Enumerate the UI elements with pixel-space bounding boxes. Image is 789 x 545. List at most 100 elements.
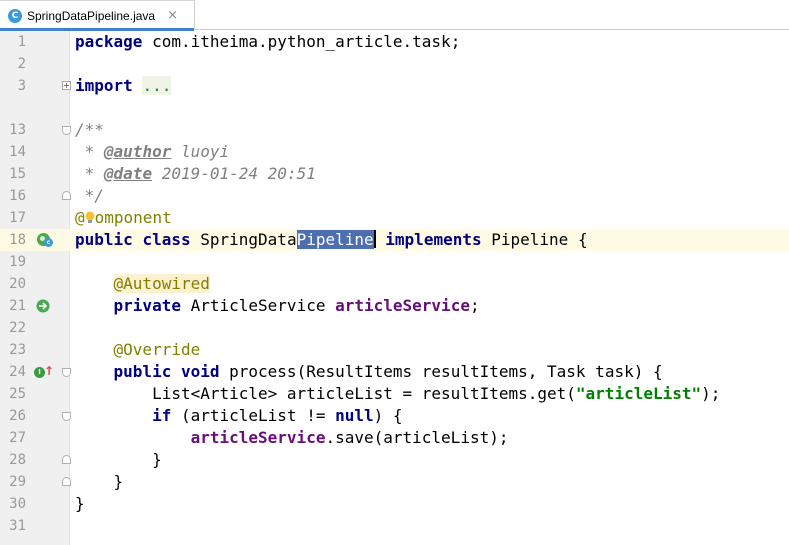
code-line[interactable]: 17 @ omponent bbox=[0, 207, 789, 229]
string-literal: "articleList" bbox=[575, 384, 702, 403]
code-token: Pipeline { bbox=[481, 230, 588, 249]
fold-end-icon[interactable] bbox=[62, 455, 71, 464]
tab-title: SpringDataPipeline.java bbox=[27, 8, 156, 23]
line-number: 17 bbox=[9, 210, 26, 226]
line-number: 23 bbox=[9, 342, 26, 358]
code-line[interactable]: 28 } bbox=[0, 449, 789, 471]
fold-expand-icon[interactable] bbox=[62, 81, 71, 90]
code-token: ) { bbox=[373, 406, 403, 425]
code-line[interactable]: 30 } bbox=[0, 493, 789, 515]
code-text: public class SpringDataPipeline implemen… bbox=[75, 229, 588, 251]
code-line[interactable]: 16 */ bbox=[0, 185, 789, 207]
arrow-up-icon: ↑ bbox=[44, 364, 55, 378]
code-text: @Autowired bbox=[75, 273, 210, 295]
line-number: 16 bbox=[9, 188, 26, 204]
code-editor[interactable]: 1 package com.itheima.python_article.tas… bbox=[0, 31, 789, 545]
tab-spring-data-pipeline[interactable]: C SpringDataPipeline.java × bbox=[0, 0, 195, 31]
code-line[interactable]: 26 if (articleList != null) { bbox=[0, 405, 789, 427]
code-token: } bbox=[75, 472, 124, 491]
line-number: 14 bbox=[9, 144, 26, 160]
fold-end-icon[interactable] bbox=[62, 477, 71, 486]
field-name: articleService bbox=[335, 296, 470, 315]
line-number: 22 bbox=[9, 320, 26, 336]
code-text: private ArticleService articleService; bbox=[75, 295, 480, 317]
code-line[interactable]: 22 bbox=[0, 317, 789, 339]
code-text: } bbox=[75, 493, 85, 515]
field-name: articleService bbox=[190, 428, 326, 447]
line-number: 15 bbox=[9, 166, 26, 182]
line-number: 30 bbox=[9, 496, 26, 512]
annotation: omponent bbox=[94, 208, 172, 227]
close-icon[interactable]: × bbox=[167, 8, 178, 23]
code-line[interactable]: 21 private ArticleService articleService… bbox=[0, 295, 789, 317]
code-line[interactable]: 14 * @author luoyi bbox=[0, 141, 789, 163]
editor-tab-bar: C SpringDataPipeline.java × bbox=[0, 0, 789, 31]
code-line[interactable]: 25 List<Article> articleList = resultIte… bbox=[0, 383, 789, 405]
code-line[interactable]: 13 /** bbox=[0, 119, 789, 141]
class-icon: c bbox=[44, 238, 53, 247]
annotation: @Autowired bbox=[113, 274, 210, 293]
code-token: ); bbox=[701, 384, 721, 403]
line-number: 19 bbox=[9, 254, 26, 270]
code-token: ArticleService bbox=[180, 296, 336, 315]
line-number: 1 bbox=[17, 34, 26, 50]
code-line[interactable]: 15 * @date 2019-01-24 20:51 bbox=[0, 163, 789, 185]
code-line[interactable]: 2 bbox=[0, 53, 789, 75]
annotation: @Override bbox=[113, 340, 201, 359]
code-line[interactable]: 23 @Override bbox=[0, 339, 789, 361]
comment: * bbox=[75, 142, 104, 161]
folded-imports[interactable]: ... bbox=[142, 76, 172, 95]
line-number: 29 bbox=[9, 474, 26, 490]
spring-autowired-navigate-icon[interactable] bbox=[36, 299, 50, 313]
line-number: 2 bbox=[17, 56, 26, 72]
code-token: List<Article> articleList = resultItems.… bbox=[75, 384, 576, 403]
keyword: void bbox=[180, 362, 220, 381]
fold-collapse-icon[interactable] bbox=[62, 368, 71, 377]
line-number: 20 bbox=[9, 276, 26, 292]
code-line[interactable]: 31 bbox=[0, 515, 789, 537]
code-line[interactable]: 27 articleService.save(articleList); bbox=[0, 427, 789, 449]
code-line[interactable]: 3 import ... bbox=[0, 75, 789, 97]
code-token: } bbox=[75, 494, 85, 513]
fold-collapse-icon[interactable] bbox=[62, 126, 71, 135]
intention-bulb-icon[interactable] bbox=[85, 211, 95, 225]
keyword: implements bbox=[385, 230, 482, 249]
javadoc-tag: @date bbox=[103, 164, 153, 183]
code-text: /** bbox=[75, 119, 104, 141]
keyword: public bbox=[75, 230, 133, 249]
line-number: 28 bbox=[9, 452, 26, 468]
annotation: @ bbox=[75, 208, 85, 227]
keyword: public bbox=[113, 362, 172, 381]
code-line-current[interactable]: 18 c public class SpringDataPipeline imp… bbox=[0, 229, 789, 251]
comment: */ bbox=[75, 186, 104, 205]
code-line[interactable]: 19 bbox=[0, 251, 789, 273]
fold-collapse-icon[interactable] bbox=[62, 412, 71, 421]
comment: luoyi bbox=[171, 142, 230, 161]
code-text: import ... bbox=[75, 75, 172, 97]
code-text: } bbox=[75, 471, 124, 493]
code-line[interactable]: 24 I ↑ public void process(ResultItems r… bbox=[0, 361, 789, 383]
code-line[interactable]: 1 package com.itheima.python_article.tas… bbox=[0, 31, 789, 53]
fold-end-icon[interactable] bbox=[62, 191, 71, 200]
keyword: private bbox=[113, 296, 181, 315]
code-line[interactable]: 20 @Autowired bbox=[0, 273, 789, 295]
line-number: 13 bbox=[9, 122, 26, 138]
code-token: SpringData bbox=[190, 230, 297, 249]
line-number: 3 bbox=[17, 78, 26, 94]
code-text: } bbox=[75, 449, 162, 471]
javadoc-tag: @author bbox=[103, 142, 172, 161]
code-text: * @date 2019-01-24 20:51 bbox=[75, 163, 316, 185]
code-line[interactable]: 29 } bbox=[0, 471, 789, 493]
code-text: package com.itheima.python_article.task; bbox=[75, 31, 460, 53]
line-number: 27 bbox=[9, 430, 26, 446]
keyword: null bbox=[335, 406, 374, 425]
code-token: process(ResultItems resultItems, Task ta… bbox=[219, 362, 663, 381]
code-text: */ bbox=[75, 185, 104, 207]
